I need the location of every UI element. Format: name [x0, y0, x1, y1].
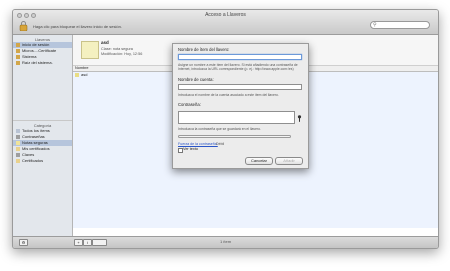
item-kind: Clase: nota segura [101, 47, 133, 51]
sidebar-item-certificates[interactable]: Certificados [13, 158, 72, 164]
password-strength-value: Débil [216, 142, 225, 146]
keychain-icon [16, 55, 20, 59]
password-hint: Introduzca la contraseña que se guardará… [178, 127, 261, 131]
table-cell-name: asd [81, 72, 88, 77]
search-icon: ⚲ [373, 22, 377, 28]
item-name-hint: Asigne un nombre a este ítem del llavero… [178, 63, 298, 71]
table-row-empty [73, 222, 438, 228]
certificate-icon [16, 159, 20, 163]
category-header: Categoría [33, 123, 52, 128]
keychain-access-window: Acceso a Llaveros Haga clic para bloquea… [12, 9, 439, 249]
sidebar-item-label: Claves [22, 152, 35, 157]
cancel-button[interactable]: Cancelar [245, 157, 273, 165]
password-label: Contraseña: [178, 102, 201, 107]
window-title: Acceso a Llaveros [205, 12, 246, 18]
secure-note-icon [75, 73, 79, 77]
sidebar-item-label: Micros....Certificate [22, 48, 57, 53]
lock-hint: Haga clic para bloquear el llavero inici… [33, 24, 122, 29]
sidebar-item-label: Contraseñas [22, 134, 45, 139]
account-name-hint: Introduzca el nombre de la cuenta asocia… [178, 93, 279, 97]
sidebar-item-system-roots[interactable]: Raíz del sistema. [13, 60, 72, 66]
item-name-label: Nombre de ítem del llavero: [178, 47, 230, 52]
sidebar-item-label: Raíz del sistema. [22, 60, 53, 65]
keychain-icon [16, 61, 20, 65]
note-icon [16, 141, 20, 145]
item-modified-value: Hoy, 12:56 [124, 52, 143, 56]
sidebar-item-label: Notas seguras [22, 140, 48, 145]
key-icon[interactable] [297, 115, 302, 122]
item-kind-label: Clase: [101, 47, 112, 51]
status-text: 1 ítem [219, 239, 232, 244]
password-strength-meter [178, 135, 291, 138]
keychain-icon [16, 49, 20, 53]
add-button[interactable]: Añadir [275, 157, 303, 165]
account-name-label: Nombre de cuenta: [178, 77, 214, 82]
item-modified: Modificación: Hoy, 12:56 [101, 52, 142, 56]
show-text-label: Ver texto [183, 147, 198, 151]
sidebar-item-label: Todos los ítems [22, 128, 50, 133]
item-name-input[interactable] [178, 54, 302, 60]
item-modified-label: Modificación: [101, 52, 124, 56]
sidebar-item-label: inicio de sesión [22, 42, 50, 47]
new-secure-note-sheet: Nombre de ítem del llavero: Asigne un no… [172, 43, 309, 169]
certificate-icon [16, 147, 20, 151]
title-bar: Acceso a Llaveros Haga clic para bloquea… [13, 10, 438, 35]
key-icon [16, 153, 20, 157]
lock-icon[interactable] [19, 21, 28, 31]
sidebar-item-label: Mis certificados [22, 146, 50, 151]
sidebar: Llaveros inicio de sesión Micros....Cert… [13, 35, 73, 236]
account-name-input[interactable] [178, 84, 302, 90]
keychains-header: Llaveros [34, 37, 51, 42]
items-icon [16, 129, 20, 133]
password-strength-link[interactable]: Fuerza de la contraseña: [178, 142, 218, 146]
password-input[interactable] [178, 111, 295, 124]
bottom-bar: ⚙ + i 1 ítem [13, 236, 438, 248]
search-input[interactable]: ⚲ [370, 21, 430, 29]
keychain-icon [16, 43, 20, 47]
secure-note-icon [81, 41, 99, 59]
item-name: asd [101, 40, 109, 45]
sidebar-item-label: Certificados [22, 158, 44, 163]
sidebar-item-label: Sistema [22, 54, 37, 59]
item-kind-value: nota segura [112, 47, 133, 51]
key-icon [16, 135, 20, 139]
